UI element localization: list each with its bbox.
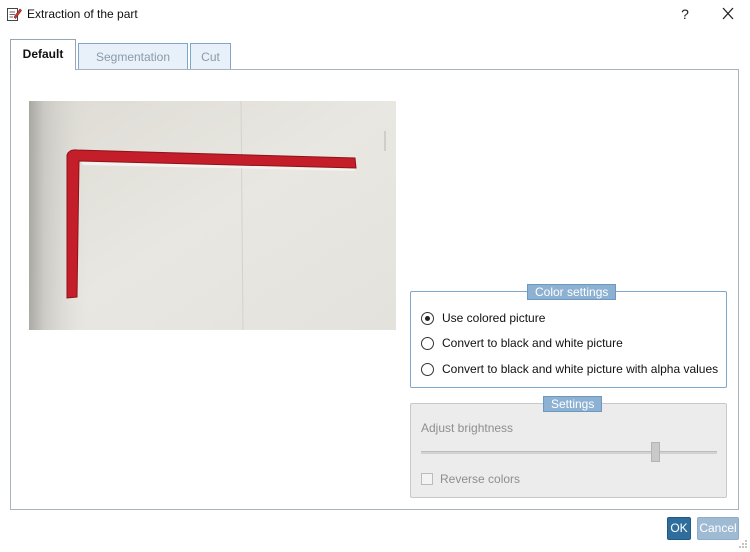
window-title: Extraction of the part (27, 7, 138, 21)
reverse-colors-checkbox[interactable] (421, 473, 433, 485)
radio-use-colored-picture[interactable]: Use colored picture (421, 309, 545, 327)
settings-group: Settings Adjust brightness Reverse color… (410, 396, 727, 498)
radio-button[interactable] (421, 362, 434, 376)
close-icon (722, 7, 734, 20)
radio-convert-bw[interactable]: Convert to black and white picture (421, 334, 623, 352)
color-settings-group: Color settings Use colored picture Conve… (410, 284, 727, 388)
settings-legend: Settings (543, 396, 603, 412)
part-picture-preview (29, 100, 396, 331)
reverse-colors-checkbox-row[interactable]: Reverse colors (421, 472, 520, 486)
ok-button[interactable]: OK (667, 517, 691, 540)
resize-grip-icon[interactable] (738, 538, 748, 548)
radio-button[interactable] (421, 336, 434, 350)
reverse-colors-label: Reverse colors (440, 472, 521, 486)
cancel-button[interactable]: Cancel (697, 517, 739, 540)
tab-cut[interactable]: Cut (190, 43, 231, 70)
radio-convert-bw-alpha[interactable]: Convert to black and white picture with … (421, 360, 718, 378)
tab-segmentation[interactable]: Segmentation (78, 43, 188, 70)
edit-document-icon (6, 6, 22, 22)
title-bar: Extraction of the part ? (0, 0, 750, 28)
tab-default[interactable]: Default (10, 39, 76, 70)
close-button[interactable] (716, 3, 740, 25)
brightness-slider-track[interactable] (421, 442, 717, 462)
radio-label: Use colored picture (442, 311, 546, 325)
radio-button-checked[interactable] (421, 311, 434, 325)
radio-label: Convert to black and white picture with … (442, 362, 719, 376)
help-button[interactable]: ? (676, 4, 694, 24)
color-settings-legend: Color settings (527, 284, 617, 300)
brightness-slider-thumb[interactable] (651, 442, 660, 462)
radio-label: Convert to black and white picture (442, 336, 623, 350)
adjust-brightness-label: Adjust brightness (421, 421, 514, 435)
